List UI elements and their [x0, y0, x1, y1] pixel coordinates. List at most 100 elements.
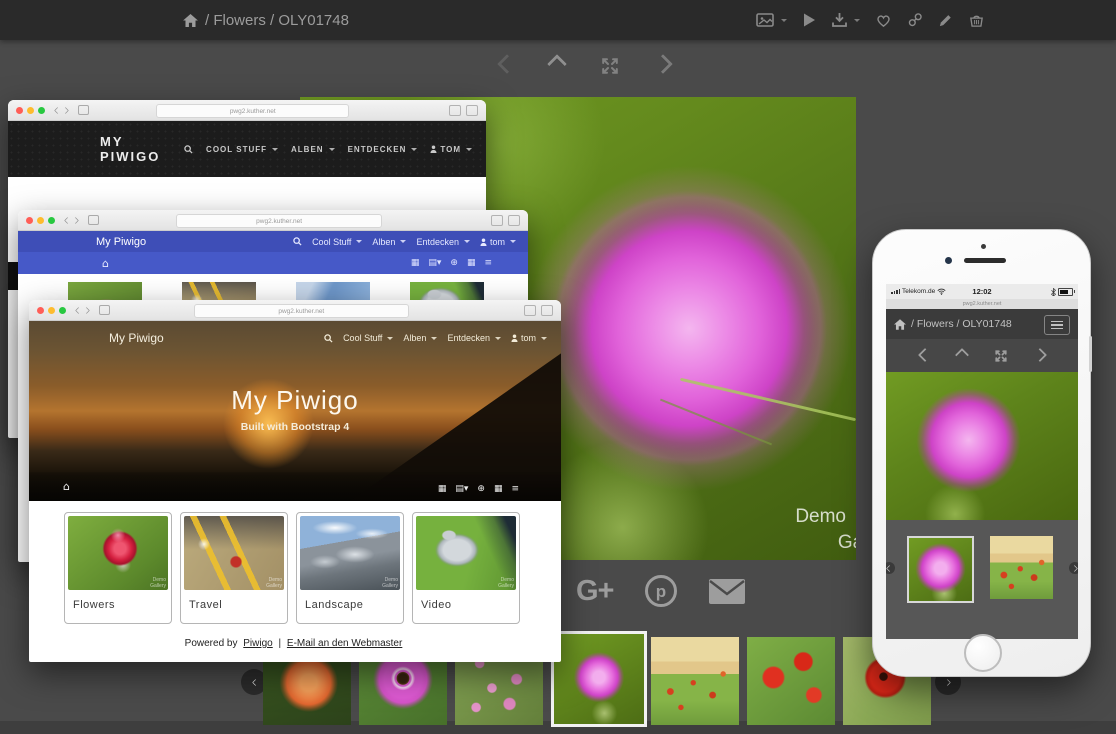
album-card-label[interactable]: Video — [421, 599, 516, 611]
browser-back-forward[interactable] — [65, 218, 78, 223]
thumbnail-thistle-selected[interactable] — [907, 536, 974, 603]
image-size-button[interactable] — [756, 12, 787, 28]
grid-view-icon[interactable]: ▦ — [438, 484, 447, 494]
sidebar-icon[interactable] — [99, 305, 110, 315]
permalink-icon[interactable] — [907, 12, 923, 28]
album-card-landscape[interactable]: Demo Gallery Landscape — [296, 512, 404, 624]
iphone-mockup: Telekom.de 12:02 pwg2.kuther.net / Flowe… — [872, 229, 1091, 677]
album-card-flowers[interactable]: Demo Gallery Flowers — [64, 512, 172, 624]
minimize-window-button[interactable] — [48, 307, 55, 314]
minimize-window-button[interactable] — [37, 217, 44, 224]
grid-view-icon[interactable]: ▦ — [411, 258, 420, 268]
map-view-icon[interactable]: ⊕ — [450, 258, 458, 268]
search-icon[interactable] — [293, 237, 302, 246]
minimize-window-button[interactable] — [27, 107, 34, 114]
tabs-icon[interactable] — [466, 105, 478, 116]
pinterest-icon[interactable]: p — [644, 574, 678, 608]
home-icon[interactable]: ⌂ — [102, 257, 109, 270]
piwigo-link[interactable]: Piwigo — [243, 638, 272, 649]
menu-item[interactable]: Entdecken — [416, 237, 470, 247]
webmaster-email-link[interactable]: E-Mail an den Webmaster — [287, 638, 402, 649]
email-icon[interactable] — [708, 578, 746, 605]
user-menu[interactable]: tom — [480, 237, 516, 247]
tabs-icon[interactable] — [508, 215, 520, 226]
home-icon[interactable] — [183, 14, 198, 27]
album-card-travel[interactable]: Demo Gallery Travel — [180, 512, 288, 624]
breadcrumb-path[interactable]: / Flowers / OLY01748 — [911, 318, 1012, 330]
sidebar-icon[interactable] — [88, 215, 99, 225]
basket-button[interactable] — [968, 12, 985, 28]
album-card-label[interactable]: Landscape — [305, 599, 400, 611]
columns-view-icon[interactable]: ▦ — [494, 484, 503, 494]
filmstrip-prev-button[interactable] — [886, 562, 895, 574]
album-card-label[interactable]: Travel — [189, 599, 284, 611]
menu-hamburger-button[interactable] — [1044, 315, 1070, 335]
sidebar-icon[interactable] — [78, 105, 89, 115]
share-icon[interactable] — [524, 305, 536, 316]
search-icon[interactable] — [184, 145, 193, 154]
list-view-icon[interactable]: ≡ — [511, 484, 519, 494]
address-bar[interactable]: pwg2.kuther.net — [156, 104, 349, 118]
breadcrumb-path[interactable]: / Flowers / OLY01748 — [205, 12, 349, 29]
phone-main-photo-thistle[interactable] — [886, 372, 1078, 520]
google-plus-icon[interactable]: G+ — [576, 575, 614, 608]
map-view-icon[interactable]: ⊕ — [477, 484, 485, 494]
thumbnail-poppy-field[interactable] — [990, 536, 1053, 599]
user-menu[interactable]: TOM — [430, 145, 472, 154]
share-icon[interactable] — [449, 105, 461, 116]
menu-item[interactable]: Alben — [372, 237, 406, 247]
home-icon[interactable]: ⌂ — [63, 480, 70, 493]
share-icon[interactable] — [491, 215, 503, 226]
menu-item[interactable]: Alben — [403, 333, 437, 343]
calendar-view-icon[interactable]: ▤▾ — [428, 258, 441, 268]
album-card-label[interactable]: Flowers — [73, 599, 168, 611]
edit-button[interactable] — [938, 12, 953, 28]
site-brand[interactable]: My Piwigo — [109, 331, 164, 345]
phone-address-bar[interactable]: pwg2.kuther.net — [886, 299, 1078, 309]
up-to-album-icon[interactable] — [957, 347, 967, 365]
previous-photo-icon[interactable] — [920, 347, 930, 365]
zoom-window-button[interactable] — [59, 307, 66, 314]
phone-sensor-dot — [981, 244, 986, 249]
list-view-icon[interactable]: ≡ — [484, 258, 492, 268]
columns-view-icon[interactable]: ▦ — [467, 258, 476, 268]
thumbnail-poppy-field[interactable] — [651, 637, 739, 725]
close-window-button[interactable] — [37, 307, 44, 314]
up-to-album-icon[interactable] — [550, 57, 564, 76]
previous-photo-icon[interactable] — [500, 57, 514, 76]
phone-home-button[interactable] — [964, 634, 1002, 672]
search-icon[interactable] — [324, 334, 333, 343]
menu-item[interactable]: ALBEN — [291, 145, 335, 154]
tabs-icon[interactable] — [541, 305, 553, 316]
menu-item[interactable]: Cool Stuff — [343, 333, 393, 343]
zoom-window-button[interactable] — [48, 217, 55, 224]
album-card-video[interactable]: Demo Gallery Video — [412, 512, 520, 624]
site-brand[interactable]: My Piwigo — [96, 236, 146, 248]
close-window-button[interactable] — [16, 107, 23, 114]
menu-item[interactable]: Cool Stuff — [312, 237, 362, 247]
next-photo-icon[interactable] — [656, 57, 670, 76]
user-menu[interactable]: tom — [511, 333, 547, 343]
download-button[interactable] — [831, 12, 860, 28]
zoom-window-button[interactable] — [38, 107, 45, 114]
fullscreen-icon[interactable] — [600, 56, 620, 76]
close-window-button[interactable] — [26, 217, 33, 224]
breadcrumb[interactable]: / Flowers / OLY01748 — [183, 0, 349, 40]
browser-back-forward[interactable] — [55, 108, 68, 113]
filmstrip-next-button[interactable] — [1069, 562, 1078, 574]
home-icon[interactable] — [894, 319, 906, 330]
menu-item[interactable]: Entdecken — [447, 333, 501, 343]
menu-item[interactable]: COOL STUFF — [206, 145, 278, 154]
fullscreen-icon[interactable] — [994, 349, 1008, 363]
address-bar[interactable]: pwg2.kuther.net — [194, 304, 409, 318]
next-photo-icon[interactable] — [1035, 347, 1045, 365]
browser-back-forward[interactable] — [76, 308, 89, 313]
site-brand[interactable]: MY PIWIGO — [100, 134, 184, 164]
menu-item[interactable]: ENTDECKEN — [348, 145, 418, 154]
slideshow-button[interactable] — [802, 12, 816, 28]
address-bar[interactable]: pwg2.kuther.net — [176, 214, 382, 228]
thumbnail-thistle-selected[interactable] — [551, 631, 647, 727]
calendar-view-icon[interactable]: ▤▾ — [455, 484, 468, 494]
thumbnail-poppies[interactable] — [747, 637, 835, 725]
favorite-button[interactable] — [875, 12, 892, 28]
